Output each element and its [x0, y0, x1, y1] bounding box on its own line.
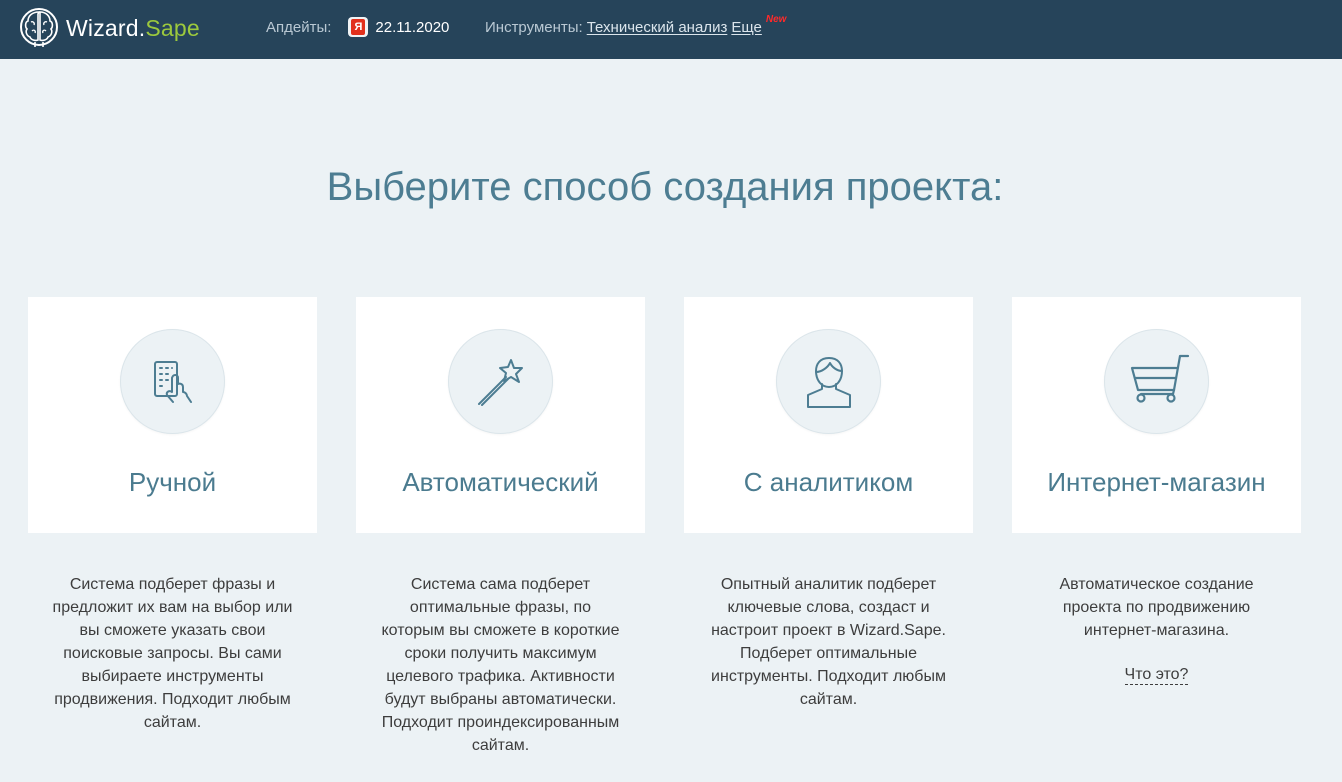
icon-circle [448, 329, 553, 434]
logo-text: Wizard.Sape [66, 14, 200, 41]
card-title-analyst: С аналитиком [743, 467, 914, 497]
yandex-icon: Я [348, 17, 369, 37]
card-description-online-store: Автоматическое создание проекта по продв… [1012, 573, 1301, 686]
description-line: проекта по продвижению [1062, 599, 1251, 616]
card-description-automatic: Система сама подберет оптимальные фразы,… [356, 573, 645, 757]
hand-tap-icon [153, 360, 192, 403]
tools-menu: Инструменты: Технический анализ Еще New [485, 13, 787, 38]
icon-circle [776, 329, 881, 434]
description-line: инструменты. Подходит любым [711, 668, 946, 685]
description-line: будут выбраны автоматически. [384, 691, 617, 708]
description-line: настроит проект в Wizard.Sape. [711, 622, 946, 639]
what-is-this-link[interactable]: Что это? [1124, 665, 1189, 685]
description-line: вы сможете указать свои [79, 622, 266, 639]
card-title-manual: Ручной [128, 467, 217, 497]
description-line: Автоматическое создание [1059, 576, 1254, 593]
shopping-cart-icon [1130, 354, 1189, 403]
card-online-store[interactable]: Интернет-магазин [1012, 297, 1301, 533]
updates-date: 22.11.2020 [375, 18, 450, 36]
tools-label: Инструменты: [485, 18, 583, 36]
description-line: сайтам. [143, 714, 202, 731]
description-line: сайтам. [471, 737, 530, 754]
icon-circle [1104, 329, 1209, 434]
card-description-analyst: Опытный аналитик подберет ключевые слова… [684, 573, 973, 711]
new-badge: New [765, 13, 787, 25]
card-analyst[interactable]: С аналитиком [684, 297, 973, 533]
description-line: Подходит проиндексированным [381, 714, 620, 731]
page-title: Выберите способ создания проекта: [326, 165, 1004, 209]
top-navigation-bar: Wizard.Sape Апдейты: Я 22.11.2020 Инстру… [0, 0, 1342, 59]
description-line: которым вы сможете в короткие [381, 622, 620, 639]
description-line: продвижения. Подходит любым [54, 691, 291, 708]
magic-wand-icon [477, 358, 523, 406]
description-line: целевого трафика. Активности [386, 668, 615, 685]
updates-label: Апдейты: [266, 18, 332, 36]
description-line: сайтам. [799, 691, 858, 708]
card-description-manual: Система подберет фразы и предложит их ва… [28, 573, 317, 734]
description-line: оптимальные фразы, по [409, 599, 592, 616]
description-line: выбираете инструменты [81, 668, 264, 685]
description-line: предложит их вам на выбор или [52, 599, 293, 616]
description-line: ключевые слова, создаст и [727, 599, 930, 616]
brain-logo-icon [20, 8, 58, 47]
card-title-automatic: Автоматический [402, 467, 599, 497]
description-line: поисковые запросы. Вы сами [63, 645, 282, 662]
more-tools-link[interactable]: Еще [731, 19, 762, 36]
person-icon [806, 356, 851, 408]
description-line: интернет-магазина. [1083, 622, 1230, 639]
description-line: Опытный аналитик подберет [720, 576, 937, 593]
description-line: сроки получить максимум [404, 645, 597, 662]
icon-circle [120, 329, 225, 434]
card-automatic[interactable]: Автоматический [356, 297, 645, 533]
description-line: Система сама подберет [410, 576, 591, 593]
description-line: Система подберет фразы и [69, 576, 276, 593]
technical-analysis-link[interactable]: Технический анализ [587, 19, 728, 36]
yandex-badge-letter: Я [351, 19, 366, 35]
logo[interactable]: Wizard.Sape [20, 4, 200, 52]
description-line: Подберет оптимальные [740, 645, 917, 662]
card-manual[interactable]: Ручной [28, 297, 317, 533]
updates-info: Апдейты: Я 22.11.2020 [266, 16, 449, 38]
card-title-online-store: Интернет-магазин [1047, 467, 1266, 497]
